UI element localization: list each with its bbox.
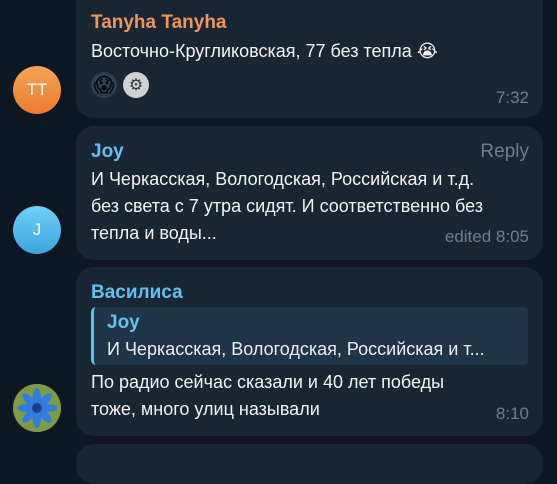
- message-text-line: без света с 7 утра сидят. И соответствен…: [91, 196, 483, 216]
- avatar[interactable]: [13, 384, 61, 432]
- sender-name[interactable]: Joy: [91, 141, 124, 163]
- message-text-line: тепла и воды...: [91, 223, 217, 243]
- quote-text: И Черкасская, Вологодская, Российская и …: [107, 339, 485, 359]
- message-text: И Черкасская, Вологодская, Российская и …: [91, 166, 483, 247]
- message-time: edited 8:05: [444, 227, 529, 246]
- crying-emoji-icon: 😭: [416, 41, 438, 61]
- message-text-line: Восточно-Кругликовская, 77 без тепла: [91, 41, 412, 61]
- message-time: 8:10: [495, 404, 529, 423]
- message-text: Восточно-Кругликовская, 77 без тепла 😭: [91, 38, 438, 65]
- reactions-row: 😱 ⚙: [91, 72, 149, 98]
- message-bubble[interactable]: Василиса Joy И Черкасская, Вологодская, …: [76, 267, 543, 436]
- cornflower-avatar-icon: [13, 384, 61, 432]
- message-bubble[interactable]: [76, 444, 543, 484]
- message-bubble[interactable]: Tanyha Tanyha Восточно-Кругликовская, 77…: [76, 0, 543, 118]
- message-text-line: По радио сейчас сказали и 40 лет победы: [91, 372, 445, 392]
- sender-name[interactable]: Tanyha Tanyha: [91, 12, 227, 34]
- message-time: 7:32: [495, 88, 529, 107]
- avatar[interactable]: J: [13, 206, 61, 254]
- message-text: По радио сейчас сказали и 40 лет победы …: [91, 369, 444, 423]
- reply-button[interactable]: Reply: [480, 141, 529, 163]
- reaction-sticker-icon[interactable]: ⚙: [123, 72, 149, 98]
- reply-quote[interactable]: Joy И Черкасская, Вологодская, Российска…: [91, 307, 528, 365]
- reaction-scream-icon[interactable]: 😱: [91, 72, 117, 98]
- sender-name[interactable]: Василиса: [91, 282, 183, 304]
- avatar[interactable]: TT: [13, 66, 61, 114]
- quote-sender-name: Joy: [107, 312, 140, 333]
- message-text-line: И Черкасская, Вологодская, Российская и …: [91, 169, 475, 189]
- message-bubble[interactable]: Joy Reply И Черкасская, Вологодская, Рос…: [76, 126, 543, 260]
- message-text-line: тоже, много улиц называли: [91, 399, 320, 419]
